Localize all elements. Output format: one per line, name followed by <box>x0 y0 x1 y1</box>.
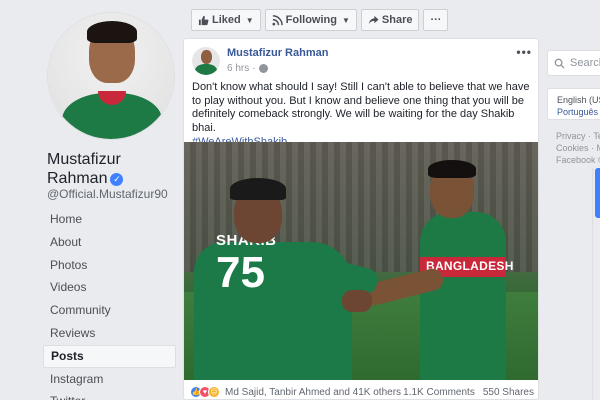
post-photo[interactable]: BANGLADESH SHAKIB 75 <box>184 142 538 380</box>
liked-label: Liked <box>212 14 241 26</box>
post-author-name[interactable]: Mustafizur Rahman <box>227 47 328 59</box>
chat-sidebar-tab[interactable] <box>595 168 600 218</box>
rss-icon <box>272 14 283 26</box>
left-column: Mustafizur Rahman ✓ @Official.Mustafizur9… <box>0 0 183 400</box>
post-time-text: 6 hrs <box>227 63 250 74</box>
post-message-body: Don't know what should I say! Still I ca… <box>192 81 530 135</box>
post-reactions-bar: 👍 ♥ ☹ Md Sajid, Tanbir Ahmed and 41K oth… <box>190 385 534 399</box>
nav-item-home[interactable]: Home <box>43 208 176 231</box>
footer-line-1[interactable]: Privacy · Terms <box>556 130 600 142</box>
post-avatar-face <box>201 50 212 64</box>
shares-count[interactable]: 550 Shares <box>483 387 534 398</box>
language-alt-link[interactable]: Português (Brasil) <box>557 106 600 118</box>
footer-links: Privacy · Terms Cookies · More Facebook … <box>556 130 600 166</box>
post-options-icon[interactable]: ••• <box>516 45 532 59</box>
engagement-counts: 1.1K Comments 550 Shares <box>403 387 534 398</box>
liked-button[interactable]: Liked ▼ <box>191 9 261 31</box>
player-right-jersey <box>420 212 506 380</box>
share-button[interactable]: Share <box>360 9 420 31</box>
chat-sidebar-strip <box>592 168 600 400</box>
verified-badge-icon: ✓ <box>110 173 124 186</box>
player-left-jersey-number: 75 <box>216 248 265 297</box>
chevron-down-icon: ▼ <box>341 15 350 25</box>
nav-item-posts[interactable]: Posts <box>43 344 176 368</box>
post-card: Mustafizur Rahman 6 hrs · ••• Don't know… <box>183 38 539 400</box>
reaction-names[interactable]: Md Sajid, Tanbir Ahmed and 41K others <box>225 387 401 398</box>
facebook-page: Mustafizur Rahman ✓ @Official.Mustafizur9… <box>0 0 600 400</box>
profile-avatar[interactable] <box>47 12 175 140</box>
right-column: Search English (US) Português (Brasil) P… <box>539 38 600 400</box>
player-left-cap <box>230 178 286 200</box>
page-title: Mustafizur Rahman ✓ <box>47 150 182 188</box>
footer-line-2[interactable]: Cookies · More <box>556 142 600 154</box>
comments-count[interactable]: 1.1K Comments <box>403 387 475 398</box>
handshake <box>342 290 372 312</box>
page-actions: Liked ▼ Following ▼ Share ··· <box>191 9 449 31</box>
post-author-avatar[interactable] <box>192 47 220 75</box>
chevron-down-icon: ▼ <box>245 15 254 25</box>
footer-line-3: Facebook © 2019 <box>556 155 600 165</box>
player-right-hair <box>428 160 476 178</box>
post-message: Don't know what should I say! Still I ca… <box>192 81 534 150</box>
nav-item-photos[interactable]: Photos <box>43 254 176 277</box>
more-options-button[interactable]: ··· <box>423 9 449 31</box>
page-nav: Home About Photos Videos Community Revie… <box>43 208 176 400</box>
following-button[interactable]: Following ▼ <box>264 9 357 31</box>
language-box: English (US) Português (Brasil) <box>547 88 600 120</box>
sad-reaction-icon[interactable]: ☹ <box>208 386 220 398</box>
nav-item-twitter[interactable]: Twitter <box>43 390 176 400</box>
post-avatar-jersey <box>195 64 217 75</box>
share-arrow-icon <box>368 15 379 24</box>
more-dots-icon: ··· <box>430 14 442 26</box>
post-timestamp[interactable]: 6 hrs · <box>227 63 268 74</box>
nav-item-about[interactable]: About <box>43 231 176 254</box>
globe-icon <box>258 64 268 73</box>
share-label: Share <box>381 14 413 26</box>
post-time-separator: · <box>252 63 256 74</box>
language-current: English (US) <box>557 95 600 105</box>
nav-item-reviews[interactable]: Reviews <box>43 322 176 345</box>
page-handle[interactable]: @Official.Mustafizur90 <box>47 187 168 201</box>
search-input[interactable]: Search <box>547 50 600 76</box>
nav-item-community[interactable]: Community <box>43 299 176 322</box>
thumbs-up-icon <box>198 15 209 25</box>
search-placeholder: Search <box>570 57 600 69</box>
search-icon <box>554 58 565 69</box>
nav-item-videos[interactable]: Videos <box>43 276 176 299</box>
following-label: Following <box>285 14 337 26</box>
avatar-hair <box>87 21 137 43</box>
nav-item-instagram[interactable]: Instagram <box>43 368 176 391</box>
